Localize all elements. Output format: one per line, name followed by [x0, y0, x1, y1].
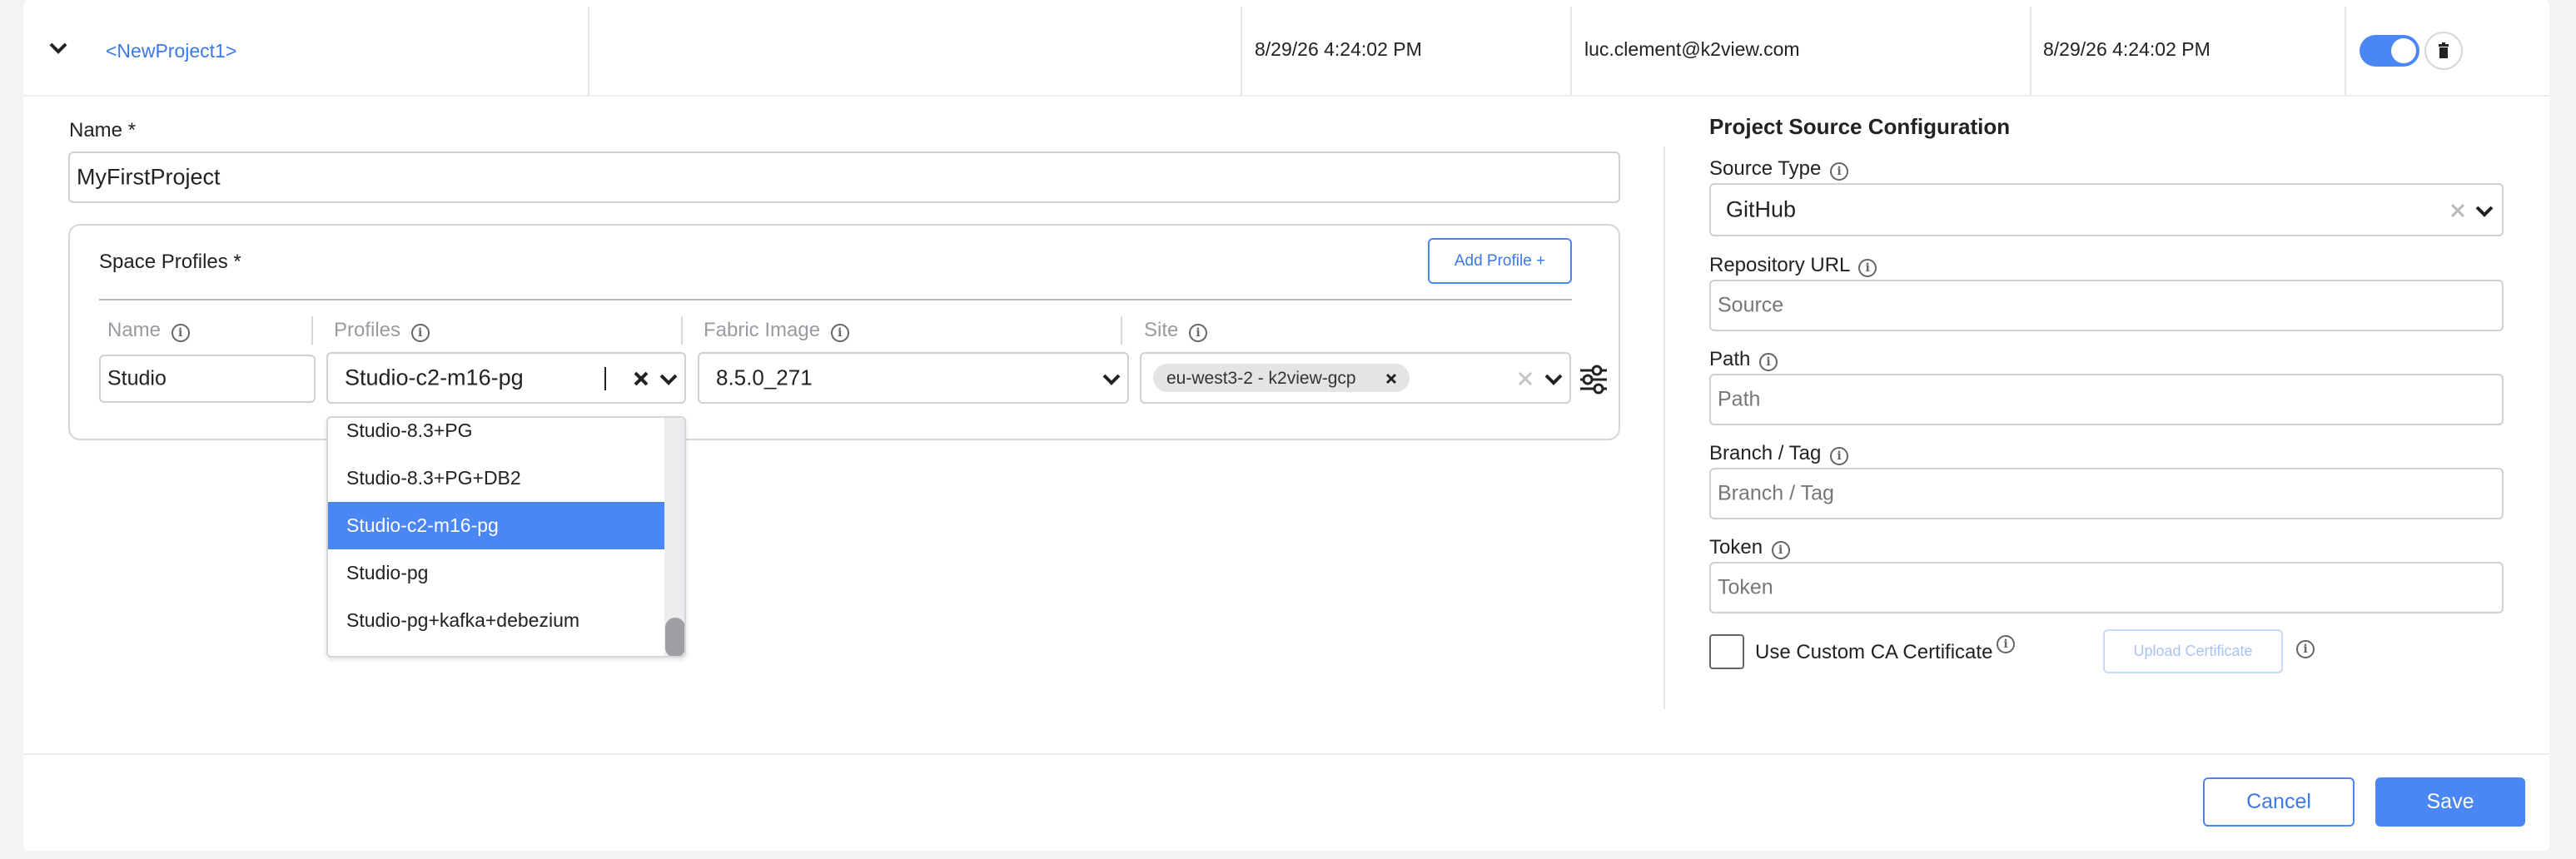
col-profiles-header: Profiles i: [334, 319, 430, 342]
add-profile-button[interactable]: Add Profile +: [1428, 238, 1572, 284]
branch-tag-label: Branch / Tag i: [1709, 442, 1848, 465]
toggle-knob: [2391, 38, 2416, 63]
source-type-label: Source Type i: [1709, 157, 1848, 181]
created-date: 8/29/26 4:24:02 PM: [1255, 38, 1422, 60]
space-profiles-title: Space Profiles *: [99, 251, 241, 273]
site-select[interactable]: eu-west3-2 - k2view-gcp: [1140, 352, 1571, 404]
profile-name-input[interactable]: Studio: [99, 355, 316, 403]
token-label: Token i: [1709, 536, 1790, 559]
profile-option[interactable]: Studio-8.3+PG+DB2: [328, 454, 664, 502]
chevron-down-icon[interactable]: [2474, 201, 2495, 222]
add-profile-label: Add Profile +: [1454, 252, 1546, 270]
path-label: Path i: [1709, 348, 1778, 371]
col-site-header: Site i: [1144, 319, 1208, 342]
close-icon[interactable]: [2449, 201, 2467, 220]
name-value: MyFirstProject: [77, 164, 221, 190]
col-name-header: Name i: [107, 319, 190, 342]
save-label: Save: [2426, 790, 2474, 813]
branch-tag-placeholder: Branch / Tag: [1718, 481, 1834, 505]
chevron-down-icon[interactable]: [1101, 369, 1122, 390]
column-divider: [1570, 7, 1572, 97]
close-icon[interactable]: [631, 369, 651, 389]
upload-certificate-label: Upload Certificate: [2133, 643, 2253, 659]
sliders-icon[interactable]: [1579, 365, 1609, 395]
info-icon[interactable]: i: [1858, 259, 1877, 277]
cancel-label: Cancel: [2246, 790, 2311, 813]
column-divider: [311, 316, 313, 345]
active-toggle[interactable]: [2360, 35, 2419, 67]
dropdown-scrollbar-track[interactable]: [664, 418, 684, 656]
info-icon: i: [171, 324, 190, 342]
path-input[interactable]: Path: [1709, 374, 2504, 425]
path-placeholder: Path: [1718, 387, 1761, 411]
dropdown-scrollbar-thumb[interactable]: [665, 618, 684, 656]
source-type-value: GitHub: [1726, 196, 1797, 222]
column-divider: [1241, 7, 1242, 97]
close-icon[interactable]: [1516, 370, 1534, 388]
profiles-select[interactable]: Studio-c2-m16-pg: [326, 352, 686, 404]
column-divider: [2030, 7, 2031, 97]
space-profiles-divider: [99, 299, 1572, 300]
name-input[interactable]: MyFirstProject: [68, 151, 1620, 203]
footer-divider: [23, 753, 2549, 755]
info-icon[interactable]: i: [1829, 162, 1848, 181]
custom-ca-label: Use Custom CA Certificate: [1755, 641, 1993, 663]
section-divider: [1663, 146, 1665, 709]
info-icon: i: [830, 324, 849, 342]
upload-certificate-button[interactable]: Upload Certificate: [2103, 629, 2283, 673]
trash-icon: [2439, 42, 2449, 58]
cancel-button[interactable]: Cancel: [2203, 777, 2355, 827]
info-icon[interactable]: i: [2296, 640, 2315, 658]
name-label: Name *: [69, 119, 137, 142]
profile-option[interactable]: Studio-pg: [328, 549, 664, 597]
info-icon[interactable]: i: [1759, 353, 1778, 371]
fabric-image-select[interactable]: 8.5.0_271: [698, 352, 1129, 404]
delete-button[interactable]: [2424, 32, 2463, 70]
column-divider: [681, 316, 683, 345]
profiles-value: Studio-c2-m16-pg: [345, 365, 524, 390]
header-divider: [23, 95, 2549, 97]
info-icon[interactable]: i: [1771, 541, 1790, 559]
branch-tag-input[interactable]: Branch / Tag: [1709, 468, 2504, 519]
column-divider: [1121, 316, 1122, 345]
col-fabric-header: Fabric Image i: [704, 319, 849, 342]
profile-option[interactable]: Studio-c2-m16-pg: [328, 502, 664, 549]
chevron-down-icon[interactable]: [1543, 369, 1564, 390]
profile-name-value: Studio: [107, 366, 167, 390]
source-type-select[interactable]: GitHub: [1709, 183, 2504, 236]
chevron-down-icon[interactable]: [658, 369, 679, 390]
text-cursor: [604, 367, 606, 390]
save-button[interactable]: Save: [2375, 777, 2525, 827]
info-icon: i: [410, 324, 430, 342]
profile-option[interactable]: Studio-8.3+PG: [328, 418, 664, 454]
source-config-title: Project Source Configuration: [1709, 114, 2011, 139]
column-divider: [2345, 7, 2346, 97]
site-chip: eu-west3-2 - k2view-gcp: [1153, 364, 1410, 392]
expand-chevron-icon[interactable]: [47, 37, 70, 60]
info-icon[interactable]: i: [1997, 635, 2015, 653]
profiles-dropdown-menu: Studio-8.3+PG Studio-8.3+PG+DB2 Studio-c2-…: [326, 416, 686, 658]
info-icon: i: [1189, 324, 1208, 342]
info-icon[interactable]: i: [1829, 447, 1848, 465]
column-divider: [588, 7, 589, 97]
profile-option[interactable]: Studio-pg+kafka+debezium: [328, 597, 664, 644]
repo-url-input[interactable]: Source: [1709, 280, 2504, 331]
project-link[interactable]: <NewProject1>: [106, 40, 236, 62]
close-icon[interactable]: [1385, 372, 1398, 385]
token-placeholder: Token: [1718, 575, 1773, 599]
fabric-image-value: 8.5.0_271: [716, 365, 813, 390]
token-input[interactable]: Token: [1709, 562, 2504, 613]
repo-url-placeholder: Source: [1718, 293, 1784, 317]
site-chip-label: eu-west3-2 - k2view-gcp: [1166, 369, 1356, 388]
owner-email: luc.clement@k2view.com: [1584, 38, 1800, 60]
updated-date: 8/29/26 4:24:02 PM: [2043, 38, 2210, 60]
custom-ca-checkbox[interactable]: [1709, 634, 1744, 669]
repo-url-label: Repository URL i: [1709, 254, 1877, 277]
